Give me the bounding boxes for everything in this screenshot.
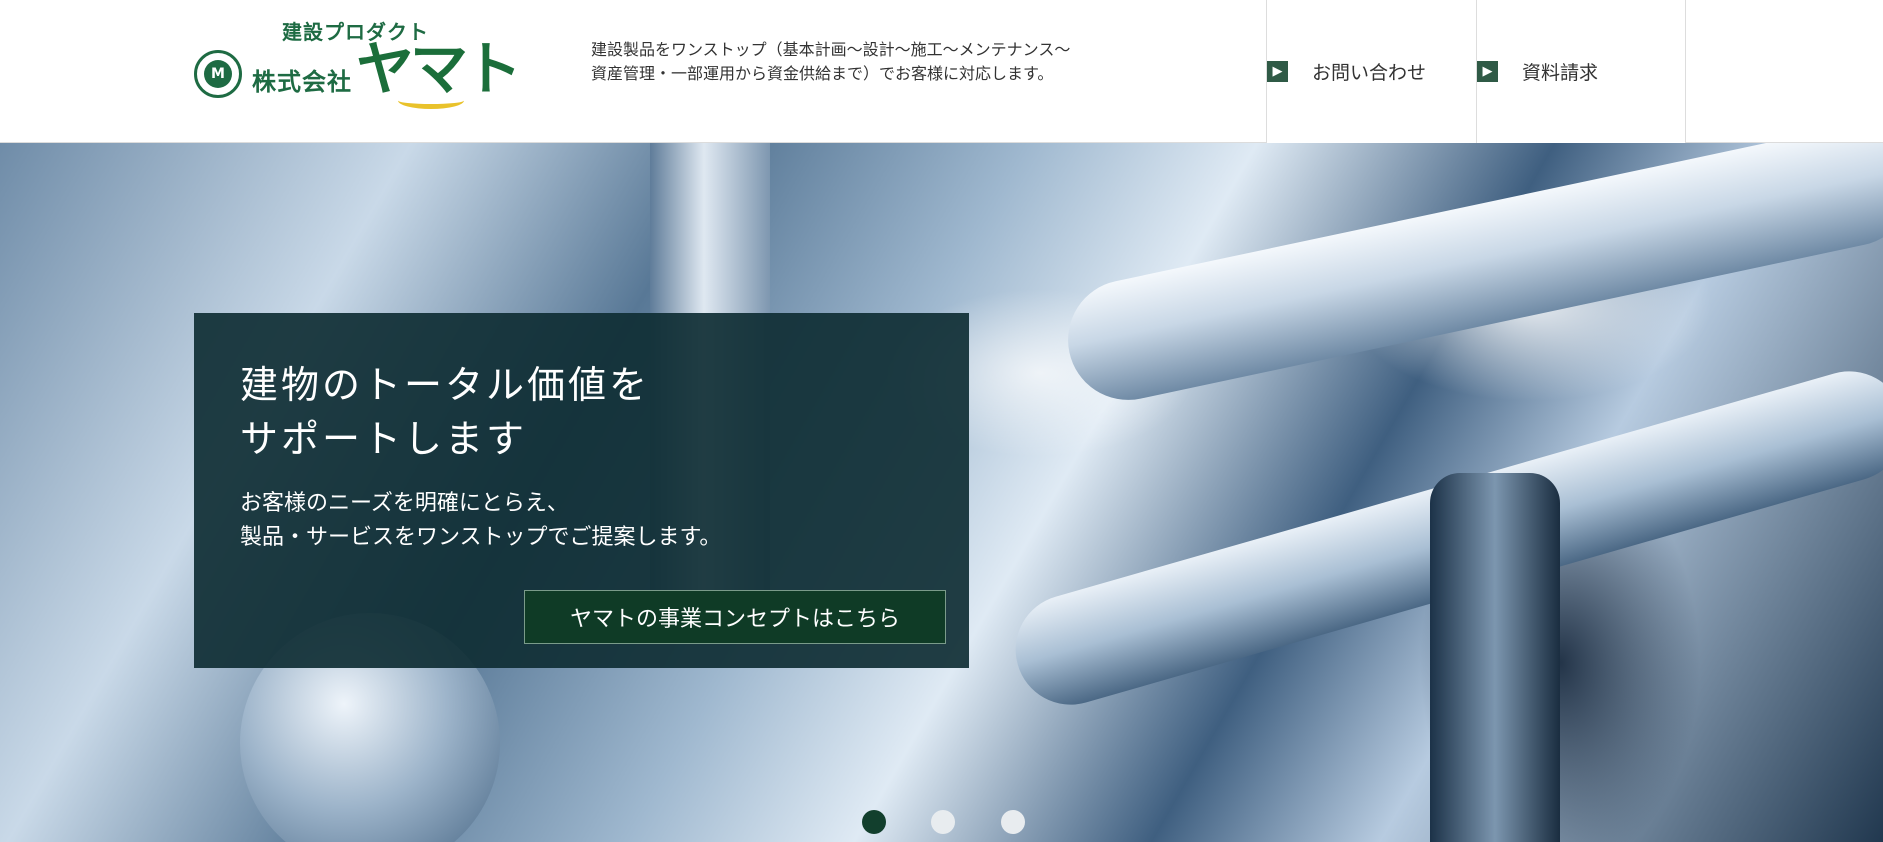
slider-dot-3[interactable] [1001,810,1025,834]
hero-title-line-2: サポートします [240,417,528,461]
logo-mark-letter: M [204,60,232,88]
hero-title-line-1: 建物のトータル価値を [240,363,651,407]
site-header: 建設プロダクト M 株式会社 ヤマト 建設製品をワンストップ（基本計画〜設計〜施… [0,0,1883,143]
hero-description-line-1: お客様のニーズを明確にとらえ、 [240,491,569,516]
nav-contact-label: お問い合わせ [1312,62,1427,84]
hero-description-line-2: 製品・サービスをワンストップでご提案します。 [240,525,722,550]
hero-background-image [1056,143,1883,412]
header-nav: ▶ お問い合わせ ▶ 資料請求 [1266,0,1686,143]
nav-contact-link[interactable]: ▶ お問い合わせ [1266,0,1476,143]
slider-pagination [0,810,1883,834]
slider-dot-1[interactable] [862,810,886,834]
hero-description: お客様のニーズを明確にとらえ、 製品・サービスをワンストップでご提案します。 [240,487,721,555]
tagline-line-1: 建設製品をワンストップ（基本計画〜設計〜施工〜メンテナンス〜 [591,40,1071,59]
logo-mark-icon: M [194,50,242,98]
nav-brochure-link[interactable]: ▶ 資料請求 [1476,0,1686,143]
hero-title: 建物のトータル価値を サポートします [240,358,650,466]
company-logo[interactable]: 建設プロダクト M 株式会社 ヤマト [194,16,524,109]
chevron-right-icon: ▶ [1267,61,1288,82]
business-concept-button[interactable]: ヤマトの事業コンセプトはこちら [524,590,946,644]
tagline-line-2: 資産管理・一部運用から資金供給まで）でお客様に対応します。 [591,64,1054,83]
slider-dot-2[interactable] [931,810,955,834]
logo-swoosh-icon [398,92,464,109]
header-tagline: 建設製品をワンストップ（基本計画〜設計〜施工〜メンテナンス〜 資産管理・一部運用… [591,38,1070,86]
nav-brochure-label: 資料請求 [1522,62,1599,84]
hero-background-pipe [1430,473,1560,842]
hero-slider: 建物のトータル価値を サポートします お客様のニーズを明確にとらえ、 製品・サー… [0,143,1883,842]
hero-message-panel: 建物のトータル価値を サポートします お客様のニーズを明確にとらえ、 製品・サー… [194,313,969,668]
logo-company-prefix: 株式会社 [252,68,352,96]
logo-company-name: ヤマト [356,35,522,103]
chevron-right-icon: ▶ [1477,61,1498,82]
